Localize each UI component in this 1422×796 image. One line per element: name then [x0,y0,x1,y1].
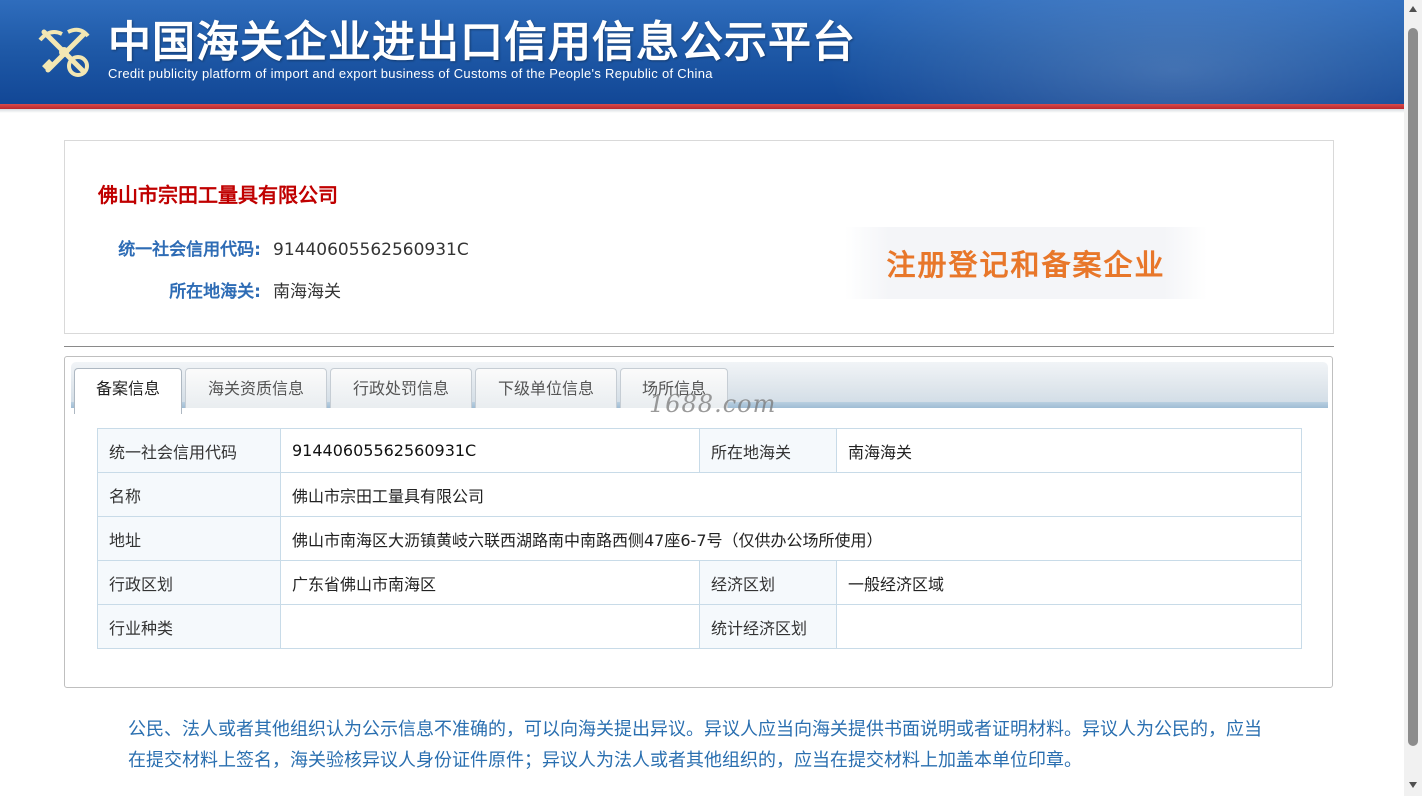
table-row: 名称 佛山市宗田工量具有限公司 [97,472,1302,517]
page-scrollbar[interactable] [1404,0,1422,796]
econ-region-cell-label: 经济区划 [699,560,837,605]
registration-status-text: 注册登记和备案企业 [886,248,1166,282]
scroll-up-arrow-icon[interactable] [1409,6,1417,12]
customs-emblem-icon [38,27,90,77]
industry-cell-label: 行业种类 [97,604,281,649]
address-cell-label: 地址 [97,516,281,561]
customs-row: 所在地海关: 南海海关 [65,277,341,302]
objection-notice: 公民、法人或者其他组织认为公示信息不准确的，可以向海关提出异议。异议人应当向海关… [128,719,1262,771]
scrollbar-thumb[interactable] [1408,28,1418,746]
name-cell-label: 名称 [97,472,281,517]
address-cell-value: 佛山市南海区大沥镇黄岐六联西湖路南中南路西侧47座6-7号（仅供办公场所使用） [280,516,1302,561]
site-subtitle: Credit publicity platform of import and … [108,66,713,81]
credit-code-label: 统一社会信用代码: [118,240,261,260]
site-title: 中国海关企业进出口信用信息公示平台 [108,18,856,68]
header-shadow [0,109,1404,113]
customs-cell-value: 南海海关 [836,428,1302,473]
tab-site-info[interactable]: 场所信息 [620,368,728,408]
scroll-down-arrow-icon[interactable] [1409,782,1417,788]
stat-region-cell-label: 统计经济区划 [699,604,837,649]
tab-administrative-penalty[interactable]: 行政处罚信息 [330,368,472,408]
econ-region-cell-value: 一般经济区域 [836,560,1302,605]
name-cell-value: 佛山市宗田工量具有限公司 [280,472,1302,517]
company-name: 佛山市宗田工量具有限公司 [98,183,338,207]
table-row: 地址 佛山市南海区大沥镇黄岐六联西湖路南中南路西侧47座6-7号（仅供办公场所使… [97,516,1302,561]
credit-code-value: 91440605562560931C [273,240,469,260]
tab-subordinate-units[interactable]: 下级单位信息 [475,368,617,408]
admin-region-cell-value: 广东省佛山市南海区 [280,560,700,605]
customs-value: 南海海关 [273,282,341,302]
stat-region-cell-value [836,604,1302,649]
credit-code-row: 统一社会信用代码: 91440605562560931C [65,235,469,260]
table-row: 行政区划 广东省佛山市南海区 经济区划 一般经济区域 [97,560,1302,605]
section-divider [64,346,1334,347]
tab-strip: 备案信息 海关资质信息 行政处罚信息 下级单位信息 场所信息 1688.com [71,362,1328,418]
admin-region-cell-label: 行政区划 [97,560,281,605]
credit-code-cell-label: 统一社会信用代码 [97,428,281,473]
tab-filing-info[interactable]: 备案信息 [74,368,182,414]
site-header: 中国海关企业进出口信用信息公示平台 Credit publicity platf… [0,0,1404,104]
company-summary-card: 佛山市宗田工量具有限公司 统一社会信用代码: 91440605562560931C… [64,140,1334,334]
industry-cell-value [280,604,700,649]
table-row: 行业种类 统计经济区划 [97,604,1302,649]
customs-cell-label: 所在地海关 [699,428,837,473]
detail-tab-panel: 备案信息 海关资质信息 行政处罚信息 下级单位信息 场所信息 1688.com … [64,356,1333,688]
table-row: 统一社会信用代码 91440605562560931C 所在地海关 南海海关 [97,428,1302,473]
filing-info-table: 统一社会信用代码 91440605562560931C 所在地海关 南海海关 名… [97,428,1302,649]
credit-code-cell-value: 91440605562560931C [280,428,700,473]
customs-label: 所在地海关: [169,282,261,302]
tab-customs-qualification[interactable]: 海关资质信息 [185,368,327,408]
registration-status-badge: 注册登记和备案企业 [845,227,1207,299]
